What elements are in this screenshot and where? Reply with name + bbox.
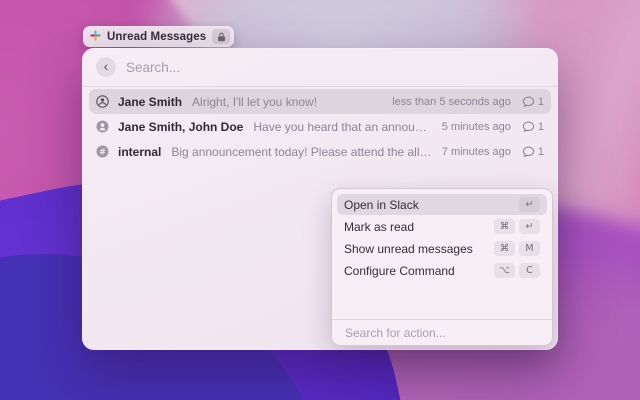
message-preview: Alright, I'll let you know!	[192, 95, 317, 109]
message-row-internal[interactable]: # internal Big announcement today! Pleas…	[89, 139, 551, 164]
shortcut-keys: ⌘ M	[494, 241, 540, 256]
action-list: Open in Slack ↵ Mark as read ⌘ ↵ Show un…	[332, 189, 552, 286]
speech-bubble-icon	[522, 121, 535, 133]
svg-text:#: #	[99, 147, 105, 156]
desktop: Unread Messages ‹	[0, 0, 640, 400]
shortcut-keys: ⌘ ↵	[494, 219, 540, 234]
action-configure-command[interactable]: Configure Command ⌥ C	[337, 260, 547, 281]
message-preview: Big announcement today! Please attend th…	[171, 145, 431, 159]
shortcut-keys: ↵	[519, 197, 540, 212]
action-open-in-slack[interactable]: Open in Slack ↵	[337, 194, 547, 215]
comment-count-badge: 1	[522, 121, 544, 133]
hash-circle-icon: #	[96, 145, 109, 158]
message-title: internal	[118, 145, 161, 159]
message-title: Jane Smith	[118, 95, 182, 109]
lock-icon	[212, 29, 230, 44]
action-label: Open in Slack	[344, 198, 419, 212]
message-time: less than 5 seconds ago	[392, 96, 511, 108]
action-search-input[interactable]	[345, 326, 539, 340]
comment-count: 1	[538, 96, 544, 108]
speech-bubble-icon	[522, 96, 535, 108]
message-meta: 5 minutes ago 1	[432, 121, 544, 133]
message-time: 5 minutes ago	[442, 121, 511, 133]
chevron-left-icon: ‹	[104, 59, 109, 73]
m-key: M	[519, 241, 540, 256]
message-row-jane-smith[interactable]: Jane Smith Alright, I'll let you know! l…	[89, 89, 551, 114]
slack-icon	[90, 28, 101, 46]
people-circle-icon	[96, 120, 109, 133]
action-show-unread-messages[interactable]: Show unread messages ⌘ M	[337, 238, 547, 259]
action-search-bar	[332, 320, 552, 345]
speech-bubble-icon	[522, 146, 535, 158]
action-label: Configure Command	[344, 264, 455, 278]
c-key: C	[519, 263, 540, 278]
command-tag-label: Unread Messages	[107, 31, 206, 43]
return-key-icon: ↵	[519, 197, 540, 212]
return-key-icon: ↵	[519, 219, 540, 234]
comment-count-badge: 1	[522, 96, 544, 108]
action-panel: Open in Slack ↵ Mark as read ⌘ ↵ Show un…	[331, 188, 553, 346]
comment-count: 1	[538, 146, 544, 158]
person-circle-icon	[96, 95, 109, 108]
shortcut-keys: ⌥ C	[494, 263, 540, 278]
action-label: Show unread messages	[344, 242, 473, 256]
comment-count: 1	[538, 121, 544, 133]
option-key-icon: ⌥	[494, 263, 515, 278]
message-meta: less than 5 seconds ago 1	[382, 96, 544, 108]
message-title: Jane Smith, John Doe	[118, 120, 243, 134]
search-input[interactable]	[126, 60, 544, 75]
command-key-icon: ⌘	[494, 241, 515, 256]
message-meta: 7 minutes ago 1	[432, 146, 544, 158]
command-tag[interactable]: Unread Messages	[83, 26, 234, 47]
message-time: 7 minutes ago	[442, 146, 511, 158]
back-button[interactable]: ‹	[96, 57, 116, 77]
message-list: Jane Smith Alright, I'll let you know! l…	[82, 87, 558, 164]
comment-count-badge: 1	[522, 146, 544, 158]
raycast-window: ‹ Jane Smith Alright, I'll let you know!…	[82, 48, 558, 350]
action-label: Mark as read	[344, 220, 414, 234]
message-row-jane-smith-john-doe[interactable]: Jane Smith, John Doe Have you heard that…	[89, 114, 551, 139]
message-preview: Have you heard that an announcement is c…	[253, 120, 431, 134]
command-key-icon: ⌘	[494, 219, 515, 234]
action-panel-spacer	[332, 286, 552, 319]
action-mark-as-read[interactable]: Mark as read ⌘ ↵	[337, 216, 547, 237]
search-bar: ‹	[82, 48, 558, 86]
